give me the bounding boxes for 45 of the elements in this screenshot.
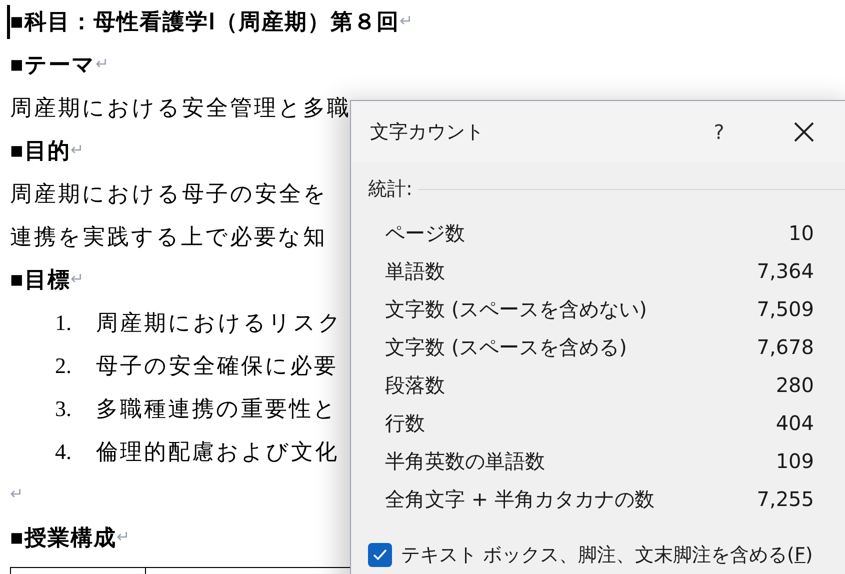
stat-label: 単語数 [385,258,445,285]
dialog-title: 文字カウント [370,120,484,145]
stat-value: 7,678 [756,334,814,361]
body-text: 連携を実践する上で必要な知 [10,223,327,251]
list-number: 1. [55,309,72,337]
paragraph-mark: ↵ [95,54,108,74]
paragraph-mark: ↵ [70,140,84,160]
body-text: 周産期における安全管理と多職 [10,94,351,122]
paragraph-mark: ↵ [399,12,412,32]
list-number: 3. [55,395,72,423]
stat-label: 文字数 (スペースを含める) [385,334,627,361]
help-button[interactable]: ? [699,112,739,152]
close-icon [793,121,815,143]
list-number: 4. [55,438,72,466]
section-heading: ■科目：母性看護学Ⅰ（周産期）第８回 [10,8,400,36]
include-checkbox[interactable] [368,543,392,568]
paragraph-mark: ↵ [10,484,23,504]
body-text: 周産期における母子の安全を [10,180,328,208]
list-item-text: 倫理的配慮および文化 [96,438,339,466]
paragraph-mark: ↵ [116,528,130,548]
stat-label: 半角英数の単語数 [385,448,545,475]
stat-label: 文字数 (スペースを含めない) [385,296,647,323]
paragraph-mark: ↵ [70,270,84,290]
list-item-text: 周産期におけるリスク [96,309,343,337]
section-heading: ■目標 [10,266,70,294]
stat-value: 109 [776,448,814,475]
section-label: 統計: [368,176,412,202]
stat-value: 404 [776,410,814,437]
checkbox-label: テキスト ボックス、脚注、文末脚注を含める(F) [401,543,813,568]
section-heading: ■テーマ [10,51,96,79]
stat-value: 10 [788,220,814,247]
stat-value: 7,509 [756,296,814,323]
stat-label: 行数 [385,410,425,437]
list-number: 2. [55,352,72,380]
stat-value: 7,364 [756,258,814,285]
stat-label: 全角文字 + 半角カタカナの数 [385,486,654,513]
list-item-text: 母子の安全確保に必要 [96,352,338,380]
stat-value: 280 [776,372,814,399]
stat-value: 7,255 [756,486,814,513]
check-icon [373,549,387,562]
section-heading: ■目的 [10,137,70,165]
stat-label: 段落数 [385,372,445,399]
section-heading: ■授業構成 [10,524,116,552]
list-item-text: 多職種連携の重要性と [96,395,338,423]
stat-label: ページ数 [385,220,465,247]
